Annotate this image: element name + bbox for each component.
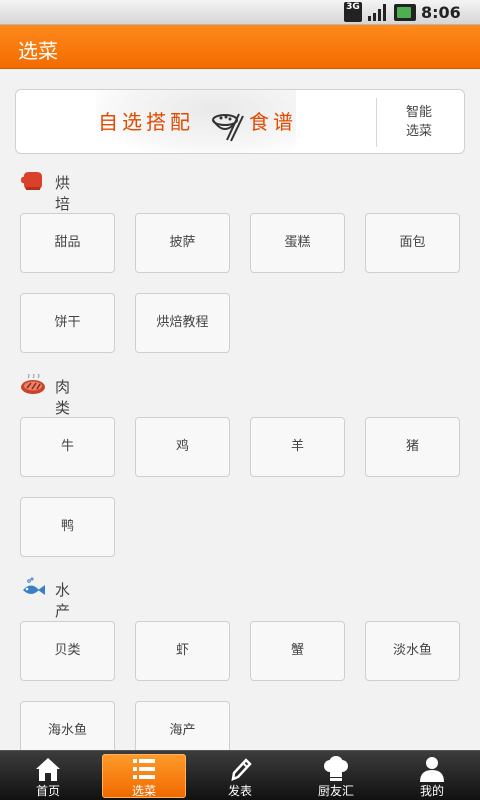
tab-label-select-dishes: 选菜 bbox=[131, 784, 156, 798]
bowl-icon bbox=[212, 113, 244, 142]
banner-slogan-left: 自选搭配 bbox=[98, 110, 194, 134]
chef-hat-icon bbox=[324, 756, 348, 781]
category-tile-baking-tutorial[interactable]: 烘焙教程 bbox=[135, 293, 230, 353]
signal-strength-icon bbox=[368, 4, 386, 21]
category-tile-cake[interactable]: 蛋糕 bbox=[250, 213, 345, 273]
tab-label-home: 首页 bbox=[35, 784, 60, 798]
recipe-banner[interactable]: 自选搭配 食谱 智能 选菜 bbox=[15, 89, 465, 154]
tab-select-dishes[interactable]: 选菜 bbox=[96, 751, 192, 800]
category-tile-pizza[interactable]: 披萨 bbox=[135, 213, 230, 273]
smart-select-line1: 智能 bbox=[405, 105, 432, 120]
tab-profile[interactable]: 我的 bbox=[384, 751, 480, 800]
section-label-meat: 肉类 bbox=[55, 378, 71, 417]
user-icon bbox=[420, 757, 444, 782]
home-icon bbox=[36, 758, 60, 781]
category-tile-chicken[interactable]: 鸡 bbox=[135, 417, 230, 477]
category-tile-dessert[interactable]: 甜品 bbox=[20, 213, 115, 273]
category-tile-shrimp[interactable]: 虾 bbox=[135, 621, 230, 681]
category-tile-beef[interactable]: 牛 bbox=[20, 417, 115, 477]
tab-home[interactable]: 首页 bbox=[0, 751, 96, 800]
fish-icon bbox=[23, 577, 45, 595]
category-tile-crab[interactable]: 蟹 bbox=[250, 621, 345, 681]
category-tile-duck[interactable]: 鸭 bbox=[20, 497, 115, 557]
category-tile-shellfish[interactable]: 贝类 bbox=[20, 621, 115, 681]
category-tile-pork[interactable]: 猪 bbox=[365, 417, 460, 477]
battery-icon bbox=[394, 4, 416, 21]
section-label-baking: 烘培 bbox=[55, 174, 71, 213]
smart-select-button[interactable]: 智能 选菜 bbox=[388, 103, 450, 141]
category-tile-bread[interactable]: 面包 bbox=[365, 213, 460, 273]
tab-label-chef-club: 厨友汇 bbox=[317, 784, 354, 798]
section-label-seafood: 水产 bbox=[55, 581, 71, 620]
banner-slogan-right: 食谱 bbox=[249, 110, 297, 134]
tab-label-profile: 我的 bbox=[419, 784, 444, 798]
tab-post[interactable]: 发表 bbox=[192, 751, 288, 800]
app-bar: 选菜 bbox=[0, 25, 480, 69]
tab-label-post: 发表 bbox=[227, 784, 252, 798]
list-icon bbox=[133, 759, 155, 779]
status-bar: 3G 8:06 AM bbox=[0, 0, 480, 40]
steak-icon bbox=[21, 374, 45, 394]
category-tile-freshwater-fish[interactable]: 淡水鱼 bbox=[365, 621, 460, 681]
network-type-icon: 3G bbox=[344, 2, 362, 22]
bottom-tab-bar: 首页 选菜 发表 厨友汇 我的 bbox=[0, 750, 480, 800]
tab-chef-club[interactable]: 厨友汇 bbox=[288, 751, 384, 800]
category-tile-lamb[interactable]: 羊 bbox=[250, 417, 345, 477]
category-tile-cookie[interactable]: 饼干 bbox=[20, 293, 115, 353]
page-title: 选菜 bbox=[18, 39, 58, 63]
oven-mitt-icon bbox=[21, 172, 42, 190]
pencil-icon bbox=[231, 758, 252, 781]
smart-select-line2: 选菜 bbox=[405, 124, 432, 139]
banner-divider bbox=[376, 98, 377, 147]
